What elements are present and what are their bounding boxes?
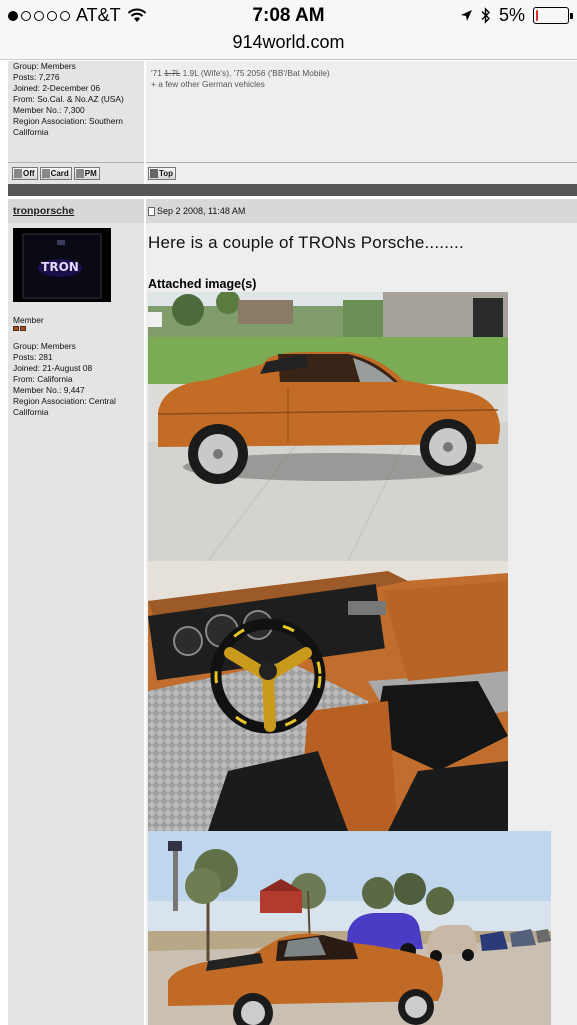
signature-text: '71	[151, 68, 165, 78]
forum-thread: Group: Members Posts: 7,276 Joined: 2-Dece…	[8, 61, 577, 1025]
profile-line: Posts: 281	[13, 352, 53, 362]
top-button[interactable]: Top	[148, 167, 177, 180]
rank-pip-icon	[20, 326, 26, 331]
profile-line: Region Association: Southern	[13, 116, 123, 126]
mail-icon	[75, 169, 84, 178]
profile-line: Joined: 21-August 08	[13, 363, 93, 373]
profile-line: California	[13, 407, 49, 417]
attachments-heading: Attached image(s)	[148, 277, 257, 291]
attached-photo-car-side[interactable]	[148, 292, 508, 561]
avatar[interactable]: TRON	[13, 228, 111, 302]
profile-line: Member No.: 7,300	[13, 105, 85, 115]
attached-photo-car-lineup[interactable]	[148, 831, 551, 1025]
signature: '71 1.7L 1.9L (Wife's), '75 2056 ('BB'/B…	[146, 61, 577, 90]
url-text: 914world.com	[232, 32, 345, 52]
address-bar[interactable]: 914world.com	[0, 30, 577, 60]
battery-icon	[533, 7, 573, 24]
arrow-up-icon	[150, 169, 158, 178]
profile-line: Region Association: Central	[13, 396, 116, 406]
battery-level-fill	[536, 10, 538, 21]
post-divider	[8, 184, 577, 196]
profile-line: From: California	[13, 374, 73, 384]
member-rank: Member	[13, 315, 44, 325]
private-message-button[interactable]: PM	[73, 167, 100, 180]
prev-post-actions: Off Card PM	[8, 162, 144, 184]
profile-line: Member No.: 9,447	[13, 385, 85, 395]
battery-percent: 5%	[498, 5, 525, 25]
prev-post-profile: Group: Members Posts: 7,276 Joined: 2-Dece…	[8, 61, 144, 162]
signature-struck-text: 1.7L	[164, 68, 181, 78]
post-icon	[148, 206, 155, 216]
profile-line: California	[13, 127, 49, 137]
rank-pip-icon	[13, 326, 19, 331]
profile-line: Posts: 7,276	[13, 72, 60, 82]
user-icon	[41, 169, 50, 178]
profile-line: Group: Members	[13, 341, 76, 351]
profile-line: Group: Members	[13, 61, 76, 71]
profile-line: Joined: 2-December 06	[13, 83, 101, 93]
post-text: Here is a couple of TRONs Porsche.......…	[148, 233, 464, 252]
attached-photo-interior[interactable]	[148, 561, 508, 831]
status-icon	[14, 169, 22, 178]
signature-text: 1.9L (Wife's), '75 2056 ('BB'/Bat Mobile…	[180, 68, 330, 78]
location-arrow-icon	[460, 10, 472, 21]
tron-logo: TRON	[41, 260, 79, 274]
post-date: Sep 2 2008, 11:48 AM	[157, 206, 246, 216]
bluetooth-icon	[481, 7, 490, 24]
post-date-bar: Sep 2 2008, 11:48 AM	[146, 199, 577, 223]
status-bar: AT&T 7:08 AM 5%	[0, 0, 577, 30]
rank-pips	[13, 326, 26, 331]
signature-line-2: + a few other German vehicles	[151, 79, 265, 89]
online-status-button[interactable]: Off	[12, 167, 38, 180]
post-author-link[interactable]: tronporsche	[8, 199, 144, 223]
profile-line: From: So.Cal. & No.AZ (USA)	[13, 94, 124, 104]
prev-post-toolbar: Top	[146, 162, 577, 184]
profile-card-button[interactable]: Card	[39, 167, 72, 180]
prev-post-body: '71 1.7L 1.9L (Wife's), '75 2056 ('BB'/B…	[146, 61, 577, 162]
